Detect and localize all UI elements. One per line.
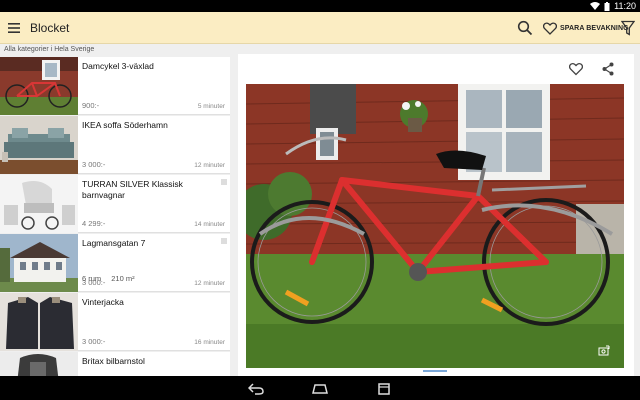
listing-store-badge: [221, 179, 227, 185]
listing-thumbnail: [0, 57, 78, 115]
list-item[interactable]: Britax bilbarnstol: [0, 352, 230, 376]
listing-time: 12 minuter: [194, 162, 225, 169]
hamburger-icon: [8, 23, 20, 33]
save-search-button[interactable]: SPARA BEVAKNING: [543, 19, 629, 37]
listing-price: 900:-: [82, 101, 100, 110]
listing-detail-pane: [238, 54, 634, 376]
save-search-label: SPARA BEVAKNING: [560, 24, 629, 32]
list-item[interactable]: IKEA soffa Söderhamn 3 000:- 12 minuter: [0, 116, 230, 174]
list-item[interactable]: Damcykel 3-växlad 900:- 5 minuter: [0, 57, 230, 115]
app-bar: Blocket SPARA BEVAKNING: [0, 12, 640, 44]
favorite-button[interactable]: [568, 62, 584, 76]
share-icon: [602, 62, 614, 76]
listing-title: Damcykel 3-växlad: [82, 61, 154, 71]
share-button[interactable]: [602, 62, 614, 76]
listing-title: Vinterjacka: [82, 297, 124, 307]
listing-price: 4 299:-: [82, 219, 106, 228]
listing-list[interactable]: Damcykel 3-växlad 900:- 5 minuter IKEA s…: [0, 57, 230, 376]
tablet-screen: 11:20 Blocket SPARA BEVAKNING Alla kateg…: [0, 0, 640, 400]
status-icons: 11:20: [590, 0, 636, 12]
home-icon: [312, 384, 328, 394]
listing-thumbnail: [0, 293, 78, 351]
listing-thumbnail: [0, 116, 78, 174]
filter-button[interactable]: [620, 20, 636, 36]
listing-time: 14 minuter: [194, 221, 225, 228]
listing-time: 5 minuter: [197, 103, 225, 110]
recents-button[interactable]: [376, 382, 392, 400]
zoom-button[interactable]: [598, 344, 610, 356]
home-button[interactable]: [312, 382, 328, 400]
heart-outline-icon: [568, 62, 584, 76]
listing-area: 210 m²: [111, 274, 135, 283]
status-bar: 11:20: [0, 0, 640, 12]
listing-time: 16 minuter: [194, 339, 225, 346]
search-button[interactable]: [517, 20, 533, 36]
back-icon: [247, 383, 264, 395]
listing-price: 3 000:-: [82, 160, 106, 169]
listing-price: 3 000:-: [82, 337, 106, 346]
menu-button[interactable]: [6, 19, 24, 37]
photo-pager-indicator: [423, 370, 447, 372]
expand-icon: [598, 345, 610, 356]
breadcrumb: Alla kategorier i Hela Sverige: [4, 46, 95, 53]
listing-thumbnail: [0, 175, 78, 233]
listing-price: 3 000:-: [82, 278, 106, 287]
back-button[interactable]: [247, 382, 264, 400]
wifi-icon: [590, 2, 601, 10]
listing-thumbnail: [0, 352, 78, 376]
filter-icon: [620, 20, 636, 36]
heart-icon: [543, 21, 557, 35]
listing-title: Lagmansgatan 7: [82, 238, 146, 248]
system-nav-bar: [0, 376, 640, 400]
list-item[interactable]: Vinterjacka 3 000:- 16 minuter: [0, 293, 230, 351]
listing-time: 12 minuter: [194, 280, 225, 287]
listing-store-badge: [221, 238, 227, 244]
recents-icon: [378, 383, 390, 395]
content-area: Alla kategorier i Hela Sverige Damcykel …: [0, 44, 640, 376]
listing-photo[interactable]: [246, 84, 624, 368]
list-item[interactable]: Lagmansgatan 7 6 rum 210 m² 3 000:- 12 m…: [0, 234, 230, 292]
search-icon: [517, 20, 533, 36]
listing-thumbnail: [0, 234, 78, 292]
app-title: Blocket: [30, 21, 70, 35]
listing-title: Britax bilbarnstol: [82, 356, 145, 366]
battery-icon: [604, 1, 610, 11]
pane-divider: [230, 57, 238, 376]
list-item[interactable]: TURRAN SILVER Klassisk barnvagnar 4 299:…: [0, 175, 230, 233]
listing-title: IKEA soffa Söderhamn: [82, 120, 168, 130]
listing-title: TURRAN SILVER Klassisk barnvagnar: [82, 179, 183, 200]
clock: 11:20: [614, 1, 636, 11]
